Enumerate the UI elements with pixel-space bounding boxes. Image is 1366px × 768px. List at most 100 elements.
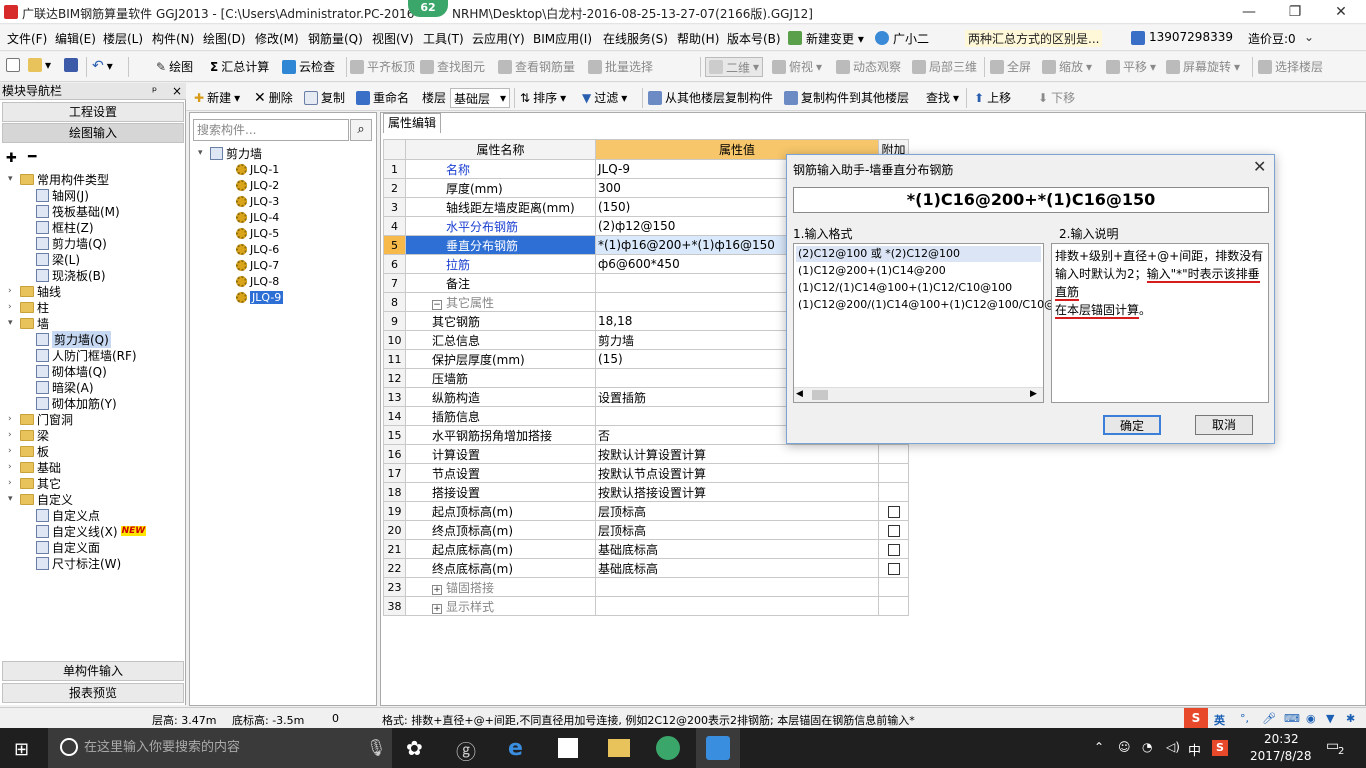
menu-version[interactable]: 版本号(B) (727, 30, 781, 47)
file-explorer-icon[interactable] (608, 739, 630, 757)
filter-button[interactable]: ▼ 过滤 ▾ (582, 89, 627, 106)
view-rebar-button[interactable]: 查看钢筋量 (498, 58, 575, 75)
tools-icon[interactable]: ✱ (1346, 712, 1355, 725)
dynamic-view-button[interactable]: 动态观察 (836, 58, 901, 75)
mic-icon[interactable]: 🎤︎ (1262, 712, 1276, 725)
zoom-button[interactable]: 缩放 ▾ (1042, 58, 1092, 75)
shear-wall-item[interactable]: JLQ-1 (236, 161, 279, 177)
nav-tree-item[interactable]: 砌体墙(Q) (36, 363, 107, 379)
horizontal-scrollbar[interactable]: ◀ ▶ (794, 387, 1043, 402)
extra-cell[interactable] (878, 558, 909, 578)
draw-button[interactable]: ✎ 绘图 (156, 58, 193, 75)
menu-cloud[interactable]: 云应用(Y) (472, 30, 525, 47)
cloud-check-button[interactable]: 云检查 (282, 58, 335, 75)
chevron-right-icon[interactable]: › (8, 286, 17, 296)
close-panel-icon[interactable]: × (172, 83, 182, 99)
chevron-down-icon[interactable]: ⌄ (1304, 30, 1314, 44)
sort-button[interactable]: ⇅ 排序 ▾ (520, 89, 566, 106)
extra-checkbox[interactable] (887, 524, 900, 537)
shear-wall-item[interactable]: JLQ-6 (236, 241, 279, 257)
nav-tree-item[interactable]: 现浇板(B) (36, 267, 106, 283)
nav-tree-item[interactable]: 自定义线(X) NEW (36, 523, 147, 539)
nav-tree-item[interactable]: 轴网(J) (36, 187, 89, 203)
nav-tree-item[interactable]: 自定义面 (36, 539, 100, 555)
extra-cell[interactable] (878, 501, 909, 521)
nav-tree-item[interactable]: › 柱 (8, 299, 49, 315)
sum-calc-button[interactable]: Σ 汇总计算 (210, 58, 269, 75)
screen-rotate-button[interactable]: 屏幕旋转 ▾ (1166, 58, 1240, 75)
punct-icon[interactable]: °, (1240, 712, 1249, 725)
search-icon[interactable]: ⌕ (350, 119, 372, 141)
format-option[interactable]: (2)C12@100 或 *(2)C12@100 (796, 246, 1041, 262)
ok-button[interactable]: 确定 (1103, 415, 1161, 435)
menu-edit[interactable]: 编辑(E) (55, 30, 96, 47)
copy-to-floor-button[interactable]: 复制构件到其他楼层 (784, 89, 909, 106)
nav-tree-item[interactable]: 筏板基础(M) (36, 203, 120, 219)
mic-icon[interactable]: 🎙︎ (366, 738, 386, 757)
extra-checkbox[interactable] (887, 543, 900, 556)
tab-property-edit[interactable]: 属性编辑 (383, 113, 441, 133)
property-value-cell[interactable]: 基础底标高 (595, 558, 879, 578)
extra-cell[interactable] (878, 520, 909, 540)
edge-icon[interactable]: e (508, 736, 532, 761)
menu-online[interactable]: 在线服务(S) (603, 30, 668, 47)
sogou-ime-icon[interactable]: S (1184, 708, 1208, 728)
find-button[interactable]: 查找 ▾ (926, 89, 959, 106)
ime-mode[interactable]: 英 (1214, 712, 1225, 728)
property-value-cell[interactable]: 按默认计算设置计算 (595, 444, 879, 464)
fullscreen-button[interactable]: 全屏 (990, 58, 1031, 75)
scroll-thumb[interactable] (812, 390, 828, 400)
property-value-cell[interactable]: 按默认搭接设置计算 (595, 482, 879, 502)
nav-tree-item[interactable]: › 板 (8, 443, 49, 459)
browser-icon[interactable]: ⓖ (456, 736, 480, 764)
nav-tree-item[interactable]: 尺寸标注(W) (36, 555, 121, 571)
property-row[interactable]: 18 搭接设置 按默认搭接设置计算 (383, 482, 909, 502)
chevron-down-icon[interactable]: ▾ (8, 494, 17, 504)
property-row[interactable]: 16 计算设置 按默认计算设置计算 (383, 444, 909, 464)
property-value-cell[interactable]: 层顶标高 (595, 520, 879, 540)
wifi-icon[interactable]: ◔ (1142, 740, 1152, 754)
expand-all-icon[interactable]: ✚ (6, 151, 17, 166)
chevron-right-icon[interactable]: › (8, 430, 17, 440)
skin-icon[interactable]: ◉ (1306, 712, 1316, 725)
shear-wall-item[interactable]: JLQ-7 (236, 257, 279, 273)
chevron-down-icon[interactable]: ▾ (8, 318, 17, 328)
scroll-right-icon[interactable]: ▶ (1030, 389, 1037, 399)
property-value-cell[interactable]: 按默认节点设置计算 (595, 463, 879, 483)
shirt-icon[interactable]: ▼ (1326, 712, 1334, 725)
menu-new-change[interactable]: 新建变更 ▾ (806, 30, 864, 47)
nav-tree-item[interactable]: › 门窗洞 (8, 411, 73, 427)
nav-tree-item[interactable]: 人防门框墙(RF) (36, 347, 137, 363)
nav-tree-item[interactable]: › 梁 (8, 427, 49, 443)
collapse-all-icon[interactable]: ━ (28, 149, 36, 165)
close-icon[interactable]: ✕ (1318, 2, 1364, 22)
collapse-icon[interactable]: − (432, 299, 442, 310)
property-row[interactable]: 21 起点底标高(m) 基础底标高 (383, 539, 909, 559)
pin-icon[interactable]: ᵖ (152, 83, 157, 99)
menu-bim[interactable]: BIM应用(I) (533, 30, 592, 47)
people-icon[interactable]: ☺ (1118, 740, 1131, 754)
menu-component[interactable]: 构件(N) (152, 30, 194, 47)
draw-input-button[interactable]: 绘图输入 (2, 123, 184, 143)
shear-wall-item[interactable]: JLQ-5 (236, 225, 279, 241)
chevron-right-icon[interactable]: › (8, 478, 17, 488)
search-input[interactable]: 搜索构件... (193, 119, 349, 141)
delete-button[interactable]: ✕ 删除 (254, 89, 293, 106)
property-value-cell[interactable] (595, 577, 879, 597)
new-component-button[interactable]: ✚ 新建 ▾ (194, 89, 240, 106)
move-down-button[interactable]: ⬇ 下移 (1038, 89, 1075, 106)
nav-tree-item[interactable]: ▾ 墙 (8, 315, 49, 331)
nav-tree-item[interactable]: 框柱(Z) (36, 219, 94, 235)
expand-icon[interactable]: + (432, 584, 442, 595)
property-row[interactable]: 23 + 锚固搭接 (383, 577, 909, 597)
nav-tree-item[interactable]: ▾ 自定义 (8, 491, 73, 507)
extra-checkbox[interactable] (887, 562, 900, 575)
language-indicator[interactable]: 中 (1188, 740, 1201, 759)
tray-expand-icon[interactable]: ⌃ (1094, 740, 1104, 754)
pan-button[interactable]: 平移 ▾ (1106, 58, 1156, 75)
windows-start-icon[interactable]: ⊞ (14, 739, 29, 760)
chevron-right-icon[interactable]: › (8, 414, 17, 424)
property-row[interactable]: 19 起点顶标高(m) 层顶标高 (383, 501, 909, 521)
shear-wall-item[interactable]: JLQ-3 (236, 193, 279, 209)
menu-view[interactable]: 视图(V) (372, 30, 414, 47)
